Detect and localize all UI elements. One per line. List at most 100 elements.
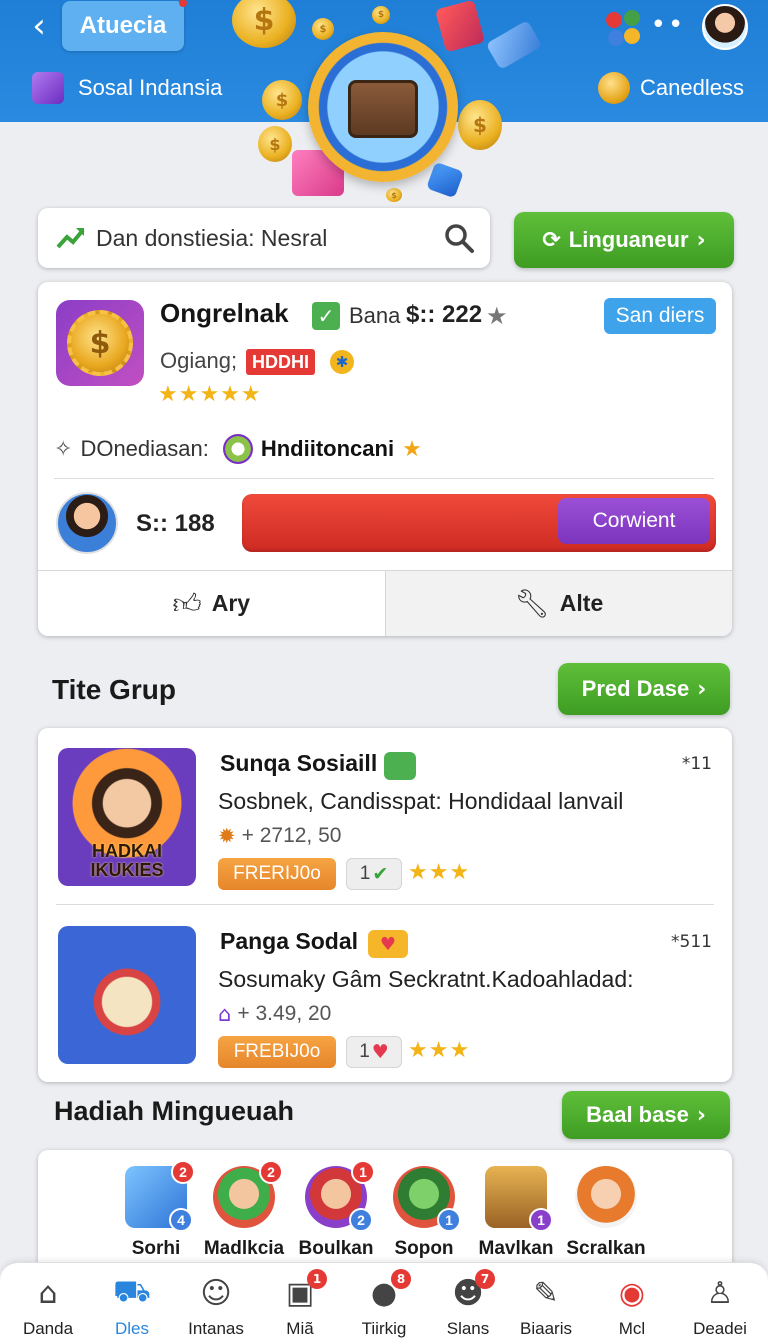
coin-icon [598,72,631,104]
reward-label: Sopon [394,1238,454,1259]
nav-label: Miã [286,1319,314,1338]
group-title: Sunqa Sosiaill [220,750,378,776]
reward-item[interactable]: 1 2 Boulkan [288,1160,384,1260]
reward-label: Scralkan [566,1238,646,1259]
category-tag-icon [384,752,416,780]
box-icon: 2 4 [125,1160,195,1232]
star-wand-icon: ★ [402,436,422,462]
thumbnail-text: HADKAI IKUKIES [90,841,164,881]
language-button[interactable]: ⟳ Linguaneur › [514,212,734,268]
treasure-chest-icon: 1 [485,1166,553,1232]
convert-button[interactable]: Corwient [558,498,710,544]
nav-label: Dles [114,1319,149,1338]
sparkle-icon: ✱ [330,350,354,374]
refresh-icon: ⟳ [542,227,561,253]
reward-item[interactable]: 2 Madlkcia [196,1160,292,1260]
reward-badge: 2 [259,1160,283,1184]
profile-card: $ Ongrelnak ✓ Bana $:: 222 ★ San diers O… [38,282,732,636]
star-icon: ★ [486,302,508,330]
profile-actions: 👍︎ Ary 🔧︎ Alte [38,570,732,636]
description-row: ✧ DOnediasan: Hndiitoncani ★ [54,434,422,464]
reward-item[interactable]: 1 Mavlkan [468,1166,564,1260]
badge-outline-icon: ✧ [54,436,73,462]
avatar-icon[interactable] [702,4,748,50]
nav-label: Slans [446,1319,490,1338]
group-icon: ☻ 7 [449,1269,495,1313]
group-description: Sosumaky Gâm Seckratnt.Kadoahladad: [218,966,634,992]
gift-icon [426,161,464,199]
groups-more-label: Pred Dase [581,676,690,701]
nav-item-tiirkig[interactable]: ● 8 Tiirkig [342,1269,426,1339]
nav-item-dles[interactable]: ⛟ Dles [90,1273,174,1339]
nav-item-mcl[interactable]: ◉ Mcl [590,1273,674,1339]
reward-item[interactable]: Scralkan [558,1166,654,1260]
free-tag[interactable]: FREBIJ0o [218,1036,336,1068]
group-meta-value: + 3.49, 20 [237,1002,332,1025]
count-tag: 1 ♥ [346,1036,402,1068]
nav-label: Mcl [618,1319,646,1338]
heart-tag-icon: ♥ [368,930,408,958]
nav-item-slans[interactable]: ☻ 7 Slans [426,1269,510,1339]
app-icon: $ [56,300,144,386]
free-tag[interactable]: FRERIJ0o [218,858,336,890]
category-icon [222,434,253,464]
description-label: DOnediasan: [80,436,209,461]
reward-item[interactable]: 2 4 Sorhi [108,1160,204,1260]
coins-label: Canedless [640,75,744,100]
list-item[interactable]: HADKAI IKUKIES Sunqa Sosiaill *11 Sosbne… [38,728,732,898]
alt-button[interactable]: 🔧︎ Alte [384,571,732,636]
rating-stars: ★★★ [408,860,471,885]
reward-badge: 1 [529,1208,553,1232]
account-icon: ♙ [706,1275,734,1311]
nav-item-biaaris[interactable]: ✎ Biaaris [504,1273,588,1339]
like-button[interactable]: 👍︎ Ary [38,571,385,636]
divider [56,904,714,905]
chevron-left-icon: ‹ [32,6,46,46]
coin-icon: $ [458,100,502,150]
nav-item-deadei[interactable]: ♙ Deadei [678,1273,762,1339]
reward-label: Boulkan [298,1238,374,1259]
wrench-icon: 🔧︎ [514,587,550,620]
back-button[interactable]: ‹ [22,8,56,44]
reward-badge: 2 [171,1160,195,1184]
search-icon[interactable] [442,221,476,255]
group-meta: ✹ + 2712, 50 [218,824,341,848]
bottom-nav: ⌂ Danda ⛟ Dles ☺ Intanas ▣ 1 Miã ● 8 Tiirk… [0,1262,768,1344]
group-rank: *511 [671,932,712,952]
rewards-more-button[interactable]: Baal base › [562,1091,730,1139]
thumbs-up-icon: 👍︎ [172,586,202,620]
status-label: Ogiang; [160,348,238,373]
location-icon: ◉ [618,1275,646,1311]
nav-item-mia[interactable]: ▣ 1 Miã [258,1269,342,1339]
group-list: HADKAI IKUKIES Sunqa Sosiaill *11 Sosbne… [38,728,732,1082]
nav-item-intanas[interactable]: ☺ Intanas [174,1273,258,1339]
group-meta: ⌂ + 3.49, 20 [218,1002,331,1026]
free-tag-label: FREBIJ0o [233,1041,321,1062]
reward-badge: 1 [351,1160,375,1184]
nav-label: Deadei [693,1319,747,1338]
nav-label: Tiirkig [361,1319,407,1338]
page-title-pill[interactable]: Atuecia [62,0,187,51]
nav-item-danda[interactable]: ⌂ Danda [6,1273,90,1339]
search-input[interactable]: Dan donstiesia: Nesral [96,225,442,252]
convert-button-label: Corwient [592,509,676,532]
status-badge[interactable]: San diers [604,298,716,334]
reward-label: Mavlkan [478,1238,554,1259]
more-dots-icon[interactable]: •• [651,10,684,40]
groups-more-button[interactable]: Pred Dase › [558,663,730,715]
nav-badge: 1 [307,1269,327,1289]
trending-icon [56,228,85,249]
reward-item[interactable]: 1 Sopon [376,1166,472,1260]
coins-link[interactable]: Canedless [598,72,744,104]
bana-label: Bana [349,303,401,328]
cube-icon [32,72,64,104]
score-value: S:: 188 [136,510,215,537]
search-bar[interactable]: Dan donstiesia: Nesral [38,208,490,268]
avatar[interactable] [56,492,118,554]
profile-name: Ongrelnak [160,298,289,328]
list-item[interactable]: Panga Sodal ♥ *511 Sosumaky Gâm Seckratn… [38,906,732,1076]
coin-gear-icon: $ [67,310,133,376]
community-link[interactable]: Sosal Indansia [32,72,222,104]
group-rank: *11 [681,754,712,774]
apps-icon[interactable] [602,8,644,50]
